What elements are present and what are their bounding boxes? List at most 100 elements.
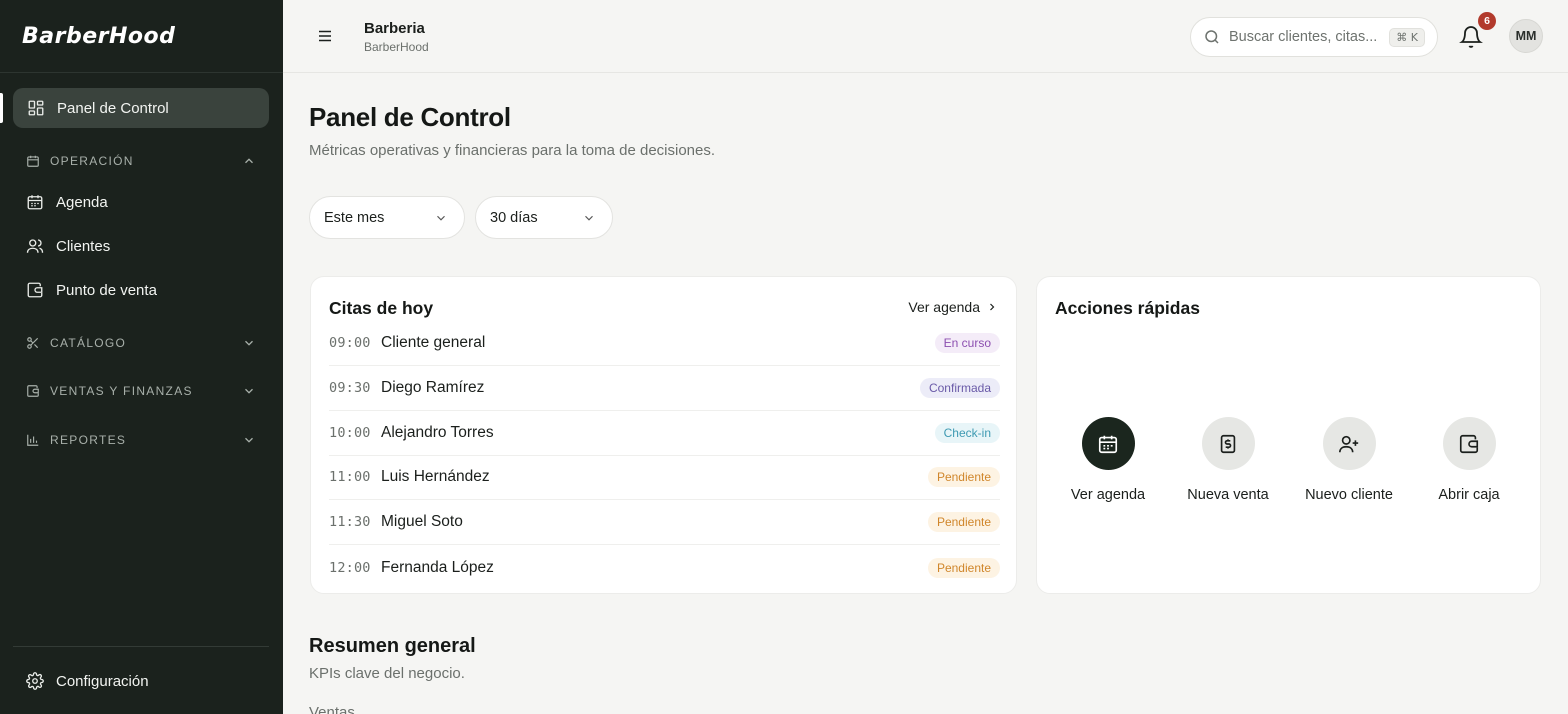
appointment-row[interactable]: 09:30 Diego Ramírez Confirmada [329, 366, 1000, 411]
sidebar-item-clientes[interactable]: Clientes [26, 234, 266, 258]
appointment-client: Miguel Soto [381, 513, 463, 530]
status-badge: Pendiente [927, 557, 1000, 578]
appointment-row[interactable]: 10:00 Alejandro Torres Check-in [329, 411, 1000, 456]
user-plus-icon [1322, 417, 1376, 470]
status-badge: Pendiente [927, 512, 1000, 532]
quick-action-nuevo-cliente[interactable]: Nuevo cliente [1289, 417, 1409, 503]
quick-action-label: Nueva venta [1187, 487, 1269, 503]
status-badge: Confirmada [919, 378, 1000, 398]
kpi-label-ventas: Ventas [309, 704, 355, 714]
appointment-row[interactable]: 12:00 Fernanda López Pendiente [329, 545, 1000, 590]
search-box[interactable]: ⌘ K [1190, 17, 1438, 57]
search-icon [1203, 28, 1221, 46]
status-badge: Check-in [934, 423, 1000, 443]
sidebar-item-label: Panel de Control [57, 99, 169, 117]
notifications-button[interactable] [1459, 25, 1483, 49]
bar-chart-icon [26, 433, 40, 447]
sidebar-item-panel-de-control[interactable]: Panel de Control [13, 88, 269, 128]
sidebar-item-configuracion[interactable]: Configuración [26, 669, 266, 693]
range-select-value: 30 días [490, 209, 538, 226]
chevron-down-icon [432, 209, 450, 227]
summary-title: Resumen general [309, 635, 476, 657]
active-indicator [0, 93, 3, 123]
scissors-icon [26, 336, 40, 350]
chevron-down-icon [242, 384, 256, 398]
page-subtitle: Métricas operativas y financieras para l… [309, 142, 716, 159]
sidebar: BarberHood Panel de Control OPERACIÓN Ag… [0, 0, 283, 714]
chevron-right-icon [986, 301, 998, 313]
chevron-down-icon [242, 433, 256, 447]
section-label: OPERACIÓN [50, 154, 134, 168]
sidebar-divider [13, 646, 269, 647]
section-label: CATÁLOGO [50, 336, 127, 350]
calendar-icon [26, 154, 40, 168]
search-input[interactable] [1229, 29, 1379, 45]
hamburger-icon [316, 27, 334, 45]
status-badge: Pendiente [927, 467, 1000, 487]
sidebar-item-label: Configuración [56, 672, 149, 690]
view-agenda-label: Ver agenda [908, 299, 980, 315]
view-agenda-link[interactable]: Ver agenda [908, 299, 998, 315]
appointments-title: Citas de hoy [329, 298, 434, 318]
appointment-time: 10:00 [329, 425, 371, 441]
status-badge: En curso [934, 333, 1000, 353]
notification-badge: 6 [1478, 12, 1496, 30]
avatar[interactable]: MM [1509, 19, 1543, 53]
org-name: Barberia [364, 20, 425, 37]
quick-action-label: Abrir caja [1438, 487, 1500, 503]
section-operacion[interactable]: OPERACIÓN [26, 151, 256, 171]
section-reportes[interactable]: REPORTES [26, 430, 256, 450]
sidebar-item-agenda[interactable]: Agenda [26, 190, 266, 214]
search-shortcut: ⌘ K [1389, 27, 1425, 47]
brand-logo[interactable]: BarberHood [22, 24, 175, 49]
quick-action-label: Ver agenda [1070, 487, 1146, 503]
sidebar-item-label: Agenda [56, 193, 108, 211]
org-subtitle: BarberHood [364, 40, 429, 54]
wallet-icon [1442, 417, 1496, 470]
chevron-down-icon [242, 336, 256, 350]
appointment-time: 09:30 [329, 380, 371, 396]
appointment-client: Luis Hernández [381, 468, 490, 485]
appointment-client: Cliente general [381, 334, 486, 351]
bell-icon [1459, 25, 1483, 49]
appointment-time: 12:00 [329, 559, 371, 576]
users-icon [26, 237, 44, 255]
summary-subtitle: KPIs clave del negocio. [309, 665, 465, 682]
section-label: VENTAS Y FINANZAS [50, 384, 193, 398]
menu-button[interactable] [314, 25, 336, 47]
quick-action-nueva-venta[interactable]: Nueva venta [1168, 417, 1288, 503]
appointment-row[interactable]: 09:00 Cliente general En curso [329, 321, 1000, 366]
appointment-time: 11:30 [329, 514, 371, 530]
period-select[interactable]: Este mes [309, 196, 465, 239]
quick-actions-card: Acciones rápidas Ver agenda Nueva venta … [1036, 276, 1541, 594]
appointment-client: Diego Ramírez [381, 379, 485, 396]
calendar-icon [26, 193, 44, 211]
section-catalogo[interactable]: CATÁLOGO [26, 333, 256, 353]
quick-action-abrir-caja[interactable]: Abrir caja [1409, 417, 1529, 503]
sidebar-item-punto-de-venta[interactable]: Punto de venta [26, 278, 266, 302]
page-title: Panel de Control [309, 102, 511, 132]
section-label: REPORTES [50, 433, 127, 447]
gear-icon [26, 672, 44, 690]
chevron-up-icon [242, 154, 256, 168]
quick-action-ver-agenda[interactable]: Ver agenda [1048, 417, 1168, 503]
period-select-value: Este mes [324, 209, 385, 226]
chevron-down-icon [580, 209, 598, 227]
receipt-dollar-icon [1201, 417, 1255, 470]
calendar-icon [1081, 417, 1135, 470]
appointment-time: 09:00 [329, 335, 371, 351]
topbar: Barberia BarberHood ⌘ K 6 MM [283, 0, 1568, 73]
appointment-client: Fernanda López [381, 558, 494, 576]
section-ventas-y-finanzas[interactable]: VENTAS Y FINANZAS [26, 381, 256, 401]
range-select[interactable]: 30 días [475, 196, 613, 239]
sidebar-item-label: Punto de venta [56, 281, 157, 299]
grid-icon [27, 99, 45, 117]
appointment-row[interactable]: 11:30 Miguel Soto Pendiente [329, 500, 1000, 545]
wallet-icon [26, 281, 44, 299]
appointment-time: 11:00 [329, 469, 371, 485]
wallet-icon [26, 384, 40, 398]
brand: BarberHood [0, 0, 283, 73]
quick-actions-title: Acciones rápidas [1055, 298, 1200, 318]
appointment-row[interactable]: 11:00 Luis Hernández Pendiente [329, 455, 1000, 500]
sidebar-item-label: Clientes [56, 237, 111, 255]
